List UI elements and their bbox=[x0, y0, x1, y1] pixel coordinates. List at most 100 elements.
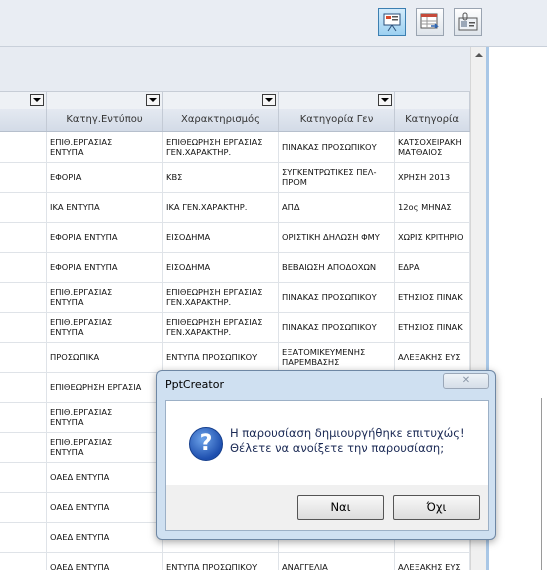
table-row[interactable]: ΕΦΟΡΙΑ ΕΝΤΥΠΑ ΕΙΣΟΔΗΜΑ ΟΡΙΣΤΙΚΗ ΔΗΛΩΣΗ ΦΜΥ… bbox=[0, 222, 470, 253]
filter-dropdown-button[interactable] bbox=[378, 94, 392, 106]
cell-text: ΕΝΤΥΠΑ ΠΡΟΣΩΠΙΚΟΥ bbox=[166, 562, 258, 570]
table-cell[interactable]: ΕΦΟΡΙΑ bbox=[47, 162, 163, 192]
table-cell[interactable] bbox=[0, 372, 47, 402]
table-cell[interactable]: ΑΠΔ bbox=[279, 192, 395, 222]
table-cell[interactable] bbox=[0, 312, 47, 342]
table-cell[interactable]: ΙΚΑ ΓΕΝ.ΧΑΡΑΚΤΗΡ. bbox=[163, 192, 279, 222]
table-cell[interactable]: ΕΠΙΘ.ΕΡΓΑΣΙΑΣ ΕΝΤΥΠΑ bbox=[47, 282, 163, 312]
table-cell[interactable]: ΑΛΕΞΑΚΗΣ ΕΥΣ bbox=[395, 342, 470, 372]
table-cell[interactable]: ΕΤΗΣΙΟΣ ΠΙΝΑΚ bbox=[395, 282, 470, 312]
table-cell[interactable]: ΟΑΕΔ ΕΝΤΥΠΑ bbox=[47, 492, 163, 522]
table-cell[interactable] bbox=[0, 282, 47, 312]
cell-text: ΚΒΣ bbox=[166, 172, 183, 182]
table-export-button[interactable] bbox=[416, 8, 444, 36]
table-cell[interactable]: ΕΠΙΘΕΩΡΗΣΗ ΕΡΓΑΣΙΑ bbox=[47, 372, 163, 402]
table-cell[interactable] bbox=[0, 222, 47, 252]
card-icon bbox=[458, 12, 478, 31]
cell-text: ΕΠΙΘΕΩΡΗΣΗ ΕΡΓΑΣΙΑΣ ΓΕΝ.ΧΑΡΑΚΤΗΡ. bbox=[166, 137, 263, 157]
table-row[interactable]: ΕΦΟΡΙΑ ΚΒΣ ΣΥΓΚΕΝΤΡΩΤΙΚΕΣ ΠΕΛ- ΠΡΟΜ ΧΡΗΣΗ 2… bbox=[0, 162, 470, 193]
table-cell[interactable]: ΟΑΕΔ ΕΝΤΥΠΑ bbox=[47, 552, 163, 570]
table-cell[interactable]: ΟΑΕΔ ΕΝΤΥΠΑ bbox=[47, 462, 163, 492]
table-cell[interactable]: ΕΞΑΤΟΜΙΚΕΥΜΕΝΗΣ ΠΑΡΕΜΒΑΣΗΣ bbox=[279, 342, 395, 372]
cell-text: ΟΡΙΣΤΙΚΗ ΔΗΛΩΣΗ ΦΜΥ bbox=[282, 232, 380, 242]
filter-dropdown-button[interactable] bbox=[262, 94, 276, 106]
cell-text: ΕΦΟΡΙΑ ΕΝΤΥΠΑ bbox=[50, 232, 118, 242]
table-cell[interactable]: ΕΝΤΥΠΑ ΠΡΟΣΩΠΙΚΟΥ bbox=[163, 342, 279, 372]
cell-text: ΕΝΤΥΠΑ ΠΡΟΣΩΠΙΚΟΥ bbox=[166, 352, 258, 362]
table-cell[interactable]: ΧΩΡΙΣ ΚΡΙΤΗΡΙΟ bbox=[395, 222, 470, 252]
table-cell[interactable] bbox=[0, 522, 47, 552]
table-cell[interactable] bbox=[0, 132, 47, 162]
column-header[interactable] bbox=[0, 109, 47, 131]
cell-text: ΕΙΣΟΔΗΜΑ bbox=[166, 232, 211, 242]
table-cell[interactable] bbox=[0, 552, 47, 570]
table-cell[interactable] bbox=[0, 432, 47, 462]
filter-dropdown-button[interactable] bbox=[146, 94, 160, 106]
cell-text: ΑΛΕΞΑΚΗΣ ΕΥΣ bbox=[398, 352, 461, 362]
table-cell[interactable]: ΕΠΙΘ.ΕΡΓΑΣΙΑΣ ΕΝΤΥΠΑ bbox=[47, 312, 163, 342]
cell-text: ΕΠΙΘ.ΕΡΓΑΣΙΑΣ ΕΝΤΥΠΑ bbox=[50, 137, 113, 157]
table-row[interactable]: ΕΠΙΘ.ΕΡΓΑΣΙΑΣ ΕΝΤΥΠΑ ΕΠΙΘΕΩΡΗΣΗ ΕΡΓΑΣΙΑΣ … bbox=[0, 312, 470, 343]
cell-text: ΣΥΓΚΕΝΤΡΩΤΙΚΕΣ ΠΕΛ- ΠΡΟΜ bbox=[282, 167, 377, 187]
table-cell[interactable]: ΟΑΕΔ ΕΝΤΥΠΑ bbox=[47, 522, 163, 552]
dialog-close-button[interactable]: ✕ bbox=[443, 373, 489, 389]
table-cell[interactable] bbox=[0, 402, 47, 432]
table-row[interactable]: ΠΡΟΣΩΠΙΚΑ ΕΝΤΥΠΑ ΠΡΟΣΩΠΙΚΟΥ ΕΞΑΤΟΜΙΚΕΥΜΕΝΗ… bbox=[0, 342, 470, 373]
table-cell[interactable]: ΟΡΙΣΤΙΚΗ ΔΗΛΩΣΗ ΦΜΥ bbox=[279, 222, 395, 252]
yes-button[interactable]: Ναι bbox=[297, 495, 384, 520]
cell-text: 12ος ΜΗΝΑΣ bbox=[398, 202, 452, 212]
cell-text: ΧΡΗΣΗ 2013 bbox=[398, 172, 451, 182]
table-cell[interactable]: ΧΡΗΣΗ 2013 bbox=[395, 162, 470, 192]
table-cell[interactable]: ΑΝΑΓΓΕΛΙΑ bbox=[279, 552, 395, 570]
table-row[interactable]: ΕΠΙΘ.ΕΡΓΑΣΙΑΣ ΕΝΤΥΠΑ ΕΠΙΘΕΩΡΗΣΗ ΕΡΓΑΣΙΑΣ … bbox=[0, 282, 470, 313]
no-button[interactable]: Όχι bbox=[393, 495, 480, 520]
table-cell[interactable]: ΚΑΤΣΟΧΕΙΡΑΚΗ ΜΑΤΘΑΙΟΣ bbox=[395, 132, 470, 162]
table-cell[interactable]: ΕΠΙΘΕΩΡΗΣΗ ΕΡΓΑΣΙΑΣ ΓΕΝ.ΧΑΡΑΚΤΗΡ. bbox=[163, 282, 279, 312]
table-cell[interactable] bbox=[0, 342, 47, 372]
table-cell[interactable]: ΕΠΙΘΕΩΡΗΣΗ ΕΡΓΑΣΙΑΣ ΓΕΝ.ΧΑΡΑΚΤΗΡ. bbox=[163, 132, 279, 162]
table-cell[interactable]: ΠΙΝΑΚΑΣ ΠΡΟΣΩΠΙΚΟΥ bbox=[279, 132, 395, 162]
cell-text: ΕΠΙΘΕΩΡΗΣΗ ΕΡΓΑΣΙΑΣ ΓΕΝ.ΧΑΡΑΚΤΗΡ. bbox=[166, 317, 263, 337]
table-row[interactable]: ΟΑΕΔ ΕΝΤΥΠΑ ΕΝΤΥΠΑ ΠΡΟΣΩΠΙΚΟΥ ΑΝΑΓΓΕΛΙΑ ΑΛΕ… bbox=[0, 552, 470, 570]
table-cell[interactable]: ΕΤΗΣΙΟΣ ΠΙΝΑΚ bbox=[395, 312, 470, 342]
column-header[interactable]: Χαρακτηρισμός bbox=[163, 109, 279, 131]
table-cell[interactable]: ΠΙΝΑΚΑΣ ΠΡΟΣΩΠΙΚΟΥ bbox=[279, 312, 395, 342]
cell-text: ΑΛΕΞΑΚΗΣ ΕΥΣ bbox=[398, 562, 461, 570]
table-cell[interactable]: ΕΠΙΘ.ΕΡΓΑΣΙΑΣ ΕΝΤΥΠΑ bbox=[47, 402, 163, 432]
cell-text: ΙΚΑ ΕΝΤΥΠΑ bbox=[50, 202, 100, 212]
table-cell[interactable]: ΕΔΡΑ bbox=[395, 252, 470, 282]
column-header[interactable]: Κατηγ.Εντύπου bbox=[47, 109, 163, 131]
filter-dropdown-button[interactable] bbox=[30, 94, 44, 106]
table-cell[interactable] bbox=[0, 192, 47, 222]
table-row[interactable]: ΙΚΑ ΕΝΤΥΠΑ ΙΚΑ ΓΕΝ.ΧΑΡΑΚΤΗΡ. ΑΠΔ 12ος ΜΗΝΑΣ bbox=[0, 192, 470, 223]
table-cell[interactable]: ΙΚΑ ΕΝΤΥΠΑ bbox=[47, 192, 163, 222]
table-cell[interactable]: ΕΝΤΥΠΑ ΠΡΟΣΩΠΙΚΟΥ bbox=[163, 552, 279, 570]
table-cell[interactable]: ΕΠΙΘ.ΕΡΓΑΣΙΑΣ ΕΝΤΥΠΑ bbox=[47, 432, 163, 462]
table-cell[interactable] bbox=[0, 252, 47, 282]
table-cell[interactable]: ΚΒΣ bbox=[163, 162, 279, 192]
table-cell[interactable]: ΒΕΒΑΙΩΣΗ ΑΠΟΔΟΧΩΝ bbox=[279, 252, 395, 282]
cell-text: ΕΔΡΑ bbox=[398, 262, 420, 272]
table-cell[interactable]: 12ος ΜΗΝΑΣ bbox=[395, 192, 470, 222]
table-cell[interactable]: ΑΛΕΞΑΚΗΣ ΕΥΣ bbox=[395, 552, 470, 570]
table-row[interactable]: ΕΦΟΡΙΑ ΕΝΤΥΠΑ ΕΙΣΟΔΗΜΑ ΒΕΒΑΙΩΣΗ ΑΠΟΔΟΧΩΝ ΕΔ… bbox=[0, 252, 470, 283]
table-row[interactable]: ΕΠΙΘ.ΕΡΓΑΣΙΑΣ ΕΝΤΥΠΑ ΕΠΙΘΕΩΡΗΣΗ ΕΡΓΑΣΙΑΣ … bbox=[0, 132, 470, 163]
table-cell[interactable] bbox=[0, 462, 47, 492]
scroll-up-button[interactable] bbox=[471, 47, 487, 64]
table-cell[interactable]: ΕΦΟΡΙΑ ΕΝΤΥΠΑ bbox=[47, 252, 163, 282]
table-cell[interactable] bbox=[0, 162, 47, 192]
table-cell[interactable]: ΣΥΓΚΕΝΤΡΩΤΙΚΕΣ ΠΕΛ- ΠΡΟΜ bbox=[279, 162, 395, 192]
column-header[interactable]: Κατηγορία bbox=[395, 109, 470, 131]
table-cell[interactable]: ΠΡΟΣΩΠΙΚΑ bbox=[47, 342, 163, 372]
presentation-button[interactable] bbox=[378, 8, 406, 36]
column-header[interactable]: Κατηγορία Γεν bbox=[279, 109, 395, 131]
table-cell[interactable]: ΕΙΣΟΔΗΜΑ bbox=[163, 222, 279, 252]
table-cell[interactable]: ΕΠΙΘ.ΕΡΓΑΣΙΑΣ ΕΝΤΥΠΑ bbox=[47, 132, 163, 162]
table-cell[interactable]: ΕΦΟΡΙΑ ΕΝΤΥΠΑ bbox=[47, 222, 163, 252]
table-cell[interactable]: ΠΙΝΑΚΑΣ ΠΡΟΣΩΠΙΚΟΥ bbox=[279, 282, 395, 312]
card-button[interactable] bbox=[454, 8, 482, 36]
table-cell[interactable]: ΕΙΣΟΔΗΜΑ bbox=[163, 252, 279, 282]
cell-text: ΠΙΝΑΚΑΣ ΠΡΟΣΩΠΙΚΟΥ bbox=[282, 292, 377, 302]
table-cell[interactable]: ΕΠΙΘΕΩΡΗΣΗ ΕΡΓΑΣΙΑΣ ΓΕΝ.ΧΑΡΑΚΤΗΡ. bbox=[163, 312, 279, 342]
table-cell[interactable] bbox=[0, 492, 47, 522]
